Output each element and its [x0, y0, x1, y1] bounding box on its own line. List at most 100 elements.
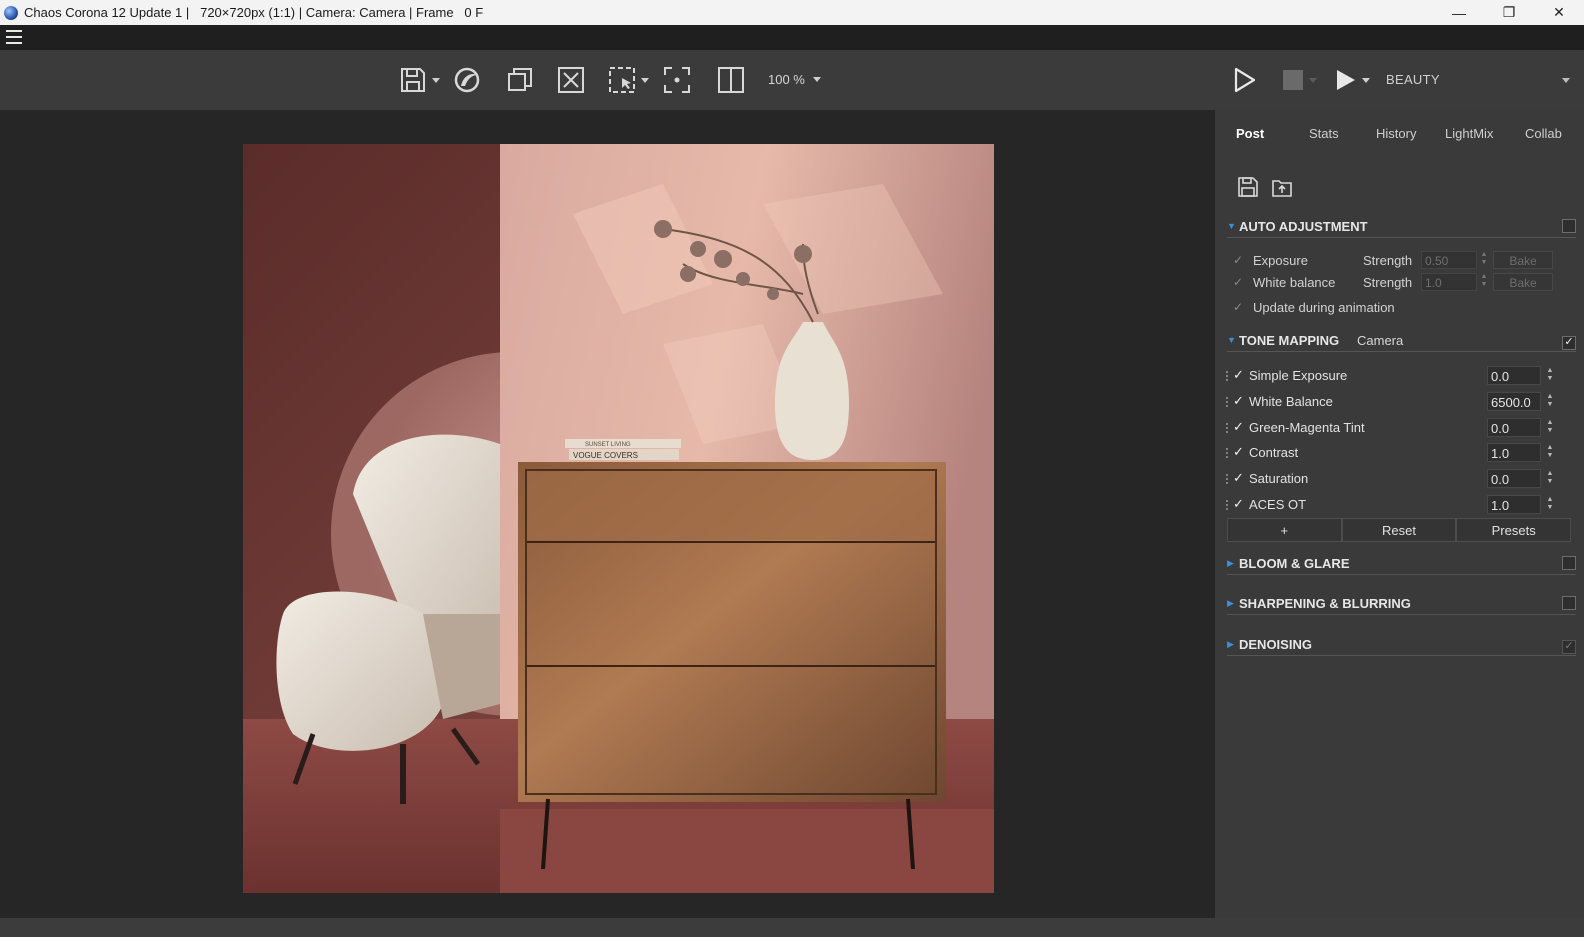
corona-logo-button[interactable] — [452, 64, 482, 96]
saturation-field[interactable]: 0.0 — [1487, 469, 1541, 488]
simple-exposure-field[interactable]: 0.0 — [1487, 366, 1541, 385]
clear-icon — [558, 67, 584, 93]
sharpening-blurring-section[interactable]: ▶ SHARPENING & BLURRING — [1227, 595, 1576, 615]
save-button[interactable] — [394, 64, 444, 96]
drag-handle-icon[interactable] — [1225, 499, 1229, 511]
render-dropdown-icon[interactable] — [1361, 77, 1370, 83]
green-magenta-tint-field[interactable]: 0.0 — [1487, 418, 1541, 437]
white-balance-spinner[interactable]: ▲ ▼ — [1545, 393, 1555, 411]
zoom-dropdown[interactable]: 100 % — [768, 72, 821, 87]
title-bar: Chaos Corona 12 Update 1 | 720×720px (1:… — [0, 0, 1584, 25]
stop-dropdown-icon[interactable] — [1308, 77, 1317, 83]
collapse-triangle-icon: ▶ — [1227, 558, 1234, 568]
simple-exposure-checkbox[interactable]: ✓ — [1233, 368, 1247, 382]
save-dropdown-icon[interactable] — [431, 77, 440, 83]
pass-dropdown-icon[interactable] — [1562, 78, 1570, 83]
status-bar — [0, 918, 1584, 937]
saturation-checkbox[interactable]: ✓ — [1233, 471, 1247, 485]
tone-row: ✓ Simple Exposure 0.0 ▲ ▼ — [1225, 366, 1574, 388]
update-animation-label: Update during animation — [1253, 300, 1395, 315]
focus-icon — [664, 67, 690, 93]
contrast-field[interactable]: 1.0 — [1487, 443, 1541, 462]
white-balance-bake-button[interactable]: Bake — [1493, 273, 1553, 291]
white-balance-strength-field[interactable]: 1.0 — [1421, 273, 1477, 291]
tone-mapping-source[interactable]: Camera — [1357, 333, 1403, 348]
render-viewport[interactable]: SUNSET LIVING VOGUE COVERS — [0, 110, 1215, 918]
drag-handle-icon[interactable] — [1225, 396, 1229, 408]
drag-handle-icon[interactable] — [1225, 422, 1229, 434]
rendered-image: SUNSET LIVING VOGUE COVERS — [243, 144, 994, 893]
collapse-triangle-icon: ▶ — [1227, 598, 1234, 608]
auto-adjustment-checkbox[interactable] — [1562, 219, 1576, 236]
start-render-button[interactable] — [1230, 64, 1260, 96]
bloom-glare-section[interactable]: ▶ BLOOM & GLARE — [1227, 555, 1576, 575]
contrast-checkbox[interactable]: ✓ — [1233, 445, 1247, 459]
book-bottom-label: VOGUE COVERS — [573, 451, 638, 460]
simple-exposure-spinner[interactable]: ▲ ▼ — [1545, 367, 1555, 385]
denoising-section[interactable]: ▶ DENOISING ✓ — [1227, 636, 1576, 656]
region-dropdown-icon[interactable] — [640, 77, 649, 83]
drag-handle-icon[interactable] — [1225, 447, 1229, 459]
auto-adjustment-section[interactable]: ▼ AUTO ADJUSTMENT — [1227, 218, 1576, 238]
close-button[interactable]: ✕ — [1534, 0, 1584, 25]
reset-button[interactable]: Reset — [1341, 518, 1457, 542]
menu-bar — [0, 25, 1584, 50]
white-balance-field[interactable]: 6500.0 — [1487, 392, 1541, 411]
denoising-checkbox[interactable]: ✓ — [1562, 637, 1576, 654]
clear-button[interactable] — [556, 64, 586, 96]
tone-mapping-section[interactable]: ▼ TONE MAPPING Camera ✓ — [1227, 332, 1576, 352]
exposure-auto-label: Exposure — [1253, 253, 1308, 268]
tab-lightmix[interactable]: LightMix — [1445, 126, 1493, 141]
green-magenta-tint-checkbox[interactable]: ✓ — [1233, 420, 1247, 434]
region-render-button[interactable] — [603, 64, 653, 96]
render-pass-button[interactable] — [1330, 64, 1374, 96]
tab-post[interactable]: Post — [1236, 126, 1264, 141]
focus-button[interactable] — [662, 64, 692, 96]
save-settings-icon[interactable] — [1237, 176, 1259, 198]
presets-button[interactable]: Presets — [1456, 518, 1572, 542]
bloom-glare-checkbox[interactable] — [1562, 556, 1576, 573]
green-magenta-tint-label: Green-Magenta Tint — [1249, 420, 1365, 435]
green-magenta-tint-spinner[interactable]: ▲ ▼ — [1545, 419, 1555, 437]
white-balance-checkbox[interactable]: ✓ — [1233, 394, 1247, 408]
aces-ot-field[interactable]: 1.0 — [1487, 495, 1541, 514]
tone-row: ✓ White Balance 6500.0 ▲ ▼ — [1225, 392, 1574, 414]
update-animation-checkbox[interactable]: ✓ — [1233, 300, 1243, 314]
play-icon — [1234, 67, 1256, 93]
exposure-strength-spinner[interactable]: ▲ ▼ — [1479, 251, 1489, 269]
minimize-button[interactable]: — — [1434, 0, 1484, 25]
white-balance-label: White Balance — [1249, 394, 1333, 409]
split-view-icon — [718, 67, 744, 93]
expand-triangle-icon: ▼ — [1227, 221, 1236, 231]
restore-button[interactable]: ❐ — [1484, 0, 1534, 25]
book-top-label: SUNSET LIVING — [585, 442, 631, 448]
sharpening-blurring-checkbox[interactable] — [1562, 596, 1576, 613]
tab-history[interactable]: History — [1376, 126, 1416, 141]
white-balance-auto-checkbox[interactable]: ✓ — [1233, 275, 1243, 289]
render-pass-label[interactable]: BEAUTY — [1386, 72, 1440, 87]
tab-stats[interactable]: Stats — [1309, 126, 1339, 141]
simple-exposure-label: Simple Exposure — [1249, 368, 1348, 383]
zoom-caret-icon — [812, 77, 821, 82]
copy-button[interactable] — [505, 64, 535, 96]
split-view-button[interactable] — [716, 64, 746, 96]
tone-mapping-checkbox[interactable]: ✓ — [1562, 333, 1576, 350]
collapse-triangle-icon: ▶ — [1227, 639, 1234, 649]
load-settings-icon[interactable] — [1271, 176, 1293, 198]
exposure-bake-button[interactable]: Bake — [1493, 251, 1553, 269]
exposure-strength-field[interactable]: 0.50 — [1421, 251, 1477, 269]
exposure-auto-checkbox[interactable]: ✓ — [1233, 253, 1243, 267]
saturation-spinner[interactable]: ▲ ▼ — [1545, 470, 1555, 488]
copy-icon — [508, 68, 532, 91]
white-balance-strength-spinner[interactable]: ▲ ▼ — [1479, 273, 1489, 291]
aces-ot-spinner[interactable]: ▲ ▼ — [1545, 496, 1555, 514]
aces-ot-checkbox[interactable]: ✓ — [1233, 497, 1247, 511]
drag-handle-icon[interactable] — [1225, 370, 1229, 382]
contrast-spinner[interactable]: ▲ ▼ — [1545, 444, 1555, 462]
tab-collab[interactable]: Collab — [1525, 126, 1562, 141]
stop-render-button[interactable] — [1278, 64, 1320, 96]
drag-handle-icon[interactable] — [1225, 473, 1229, 485]
add-operator-button[interactable]: + — [1227, 518, 1342, 542]
post-file-icons — [1237, 176, 1293, 198]
hamburger-menu-icon[interactable] — [6, 30, 22, 44]
